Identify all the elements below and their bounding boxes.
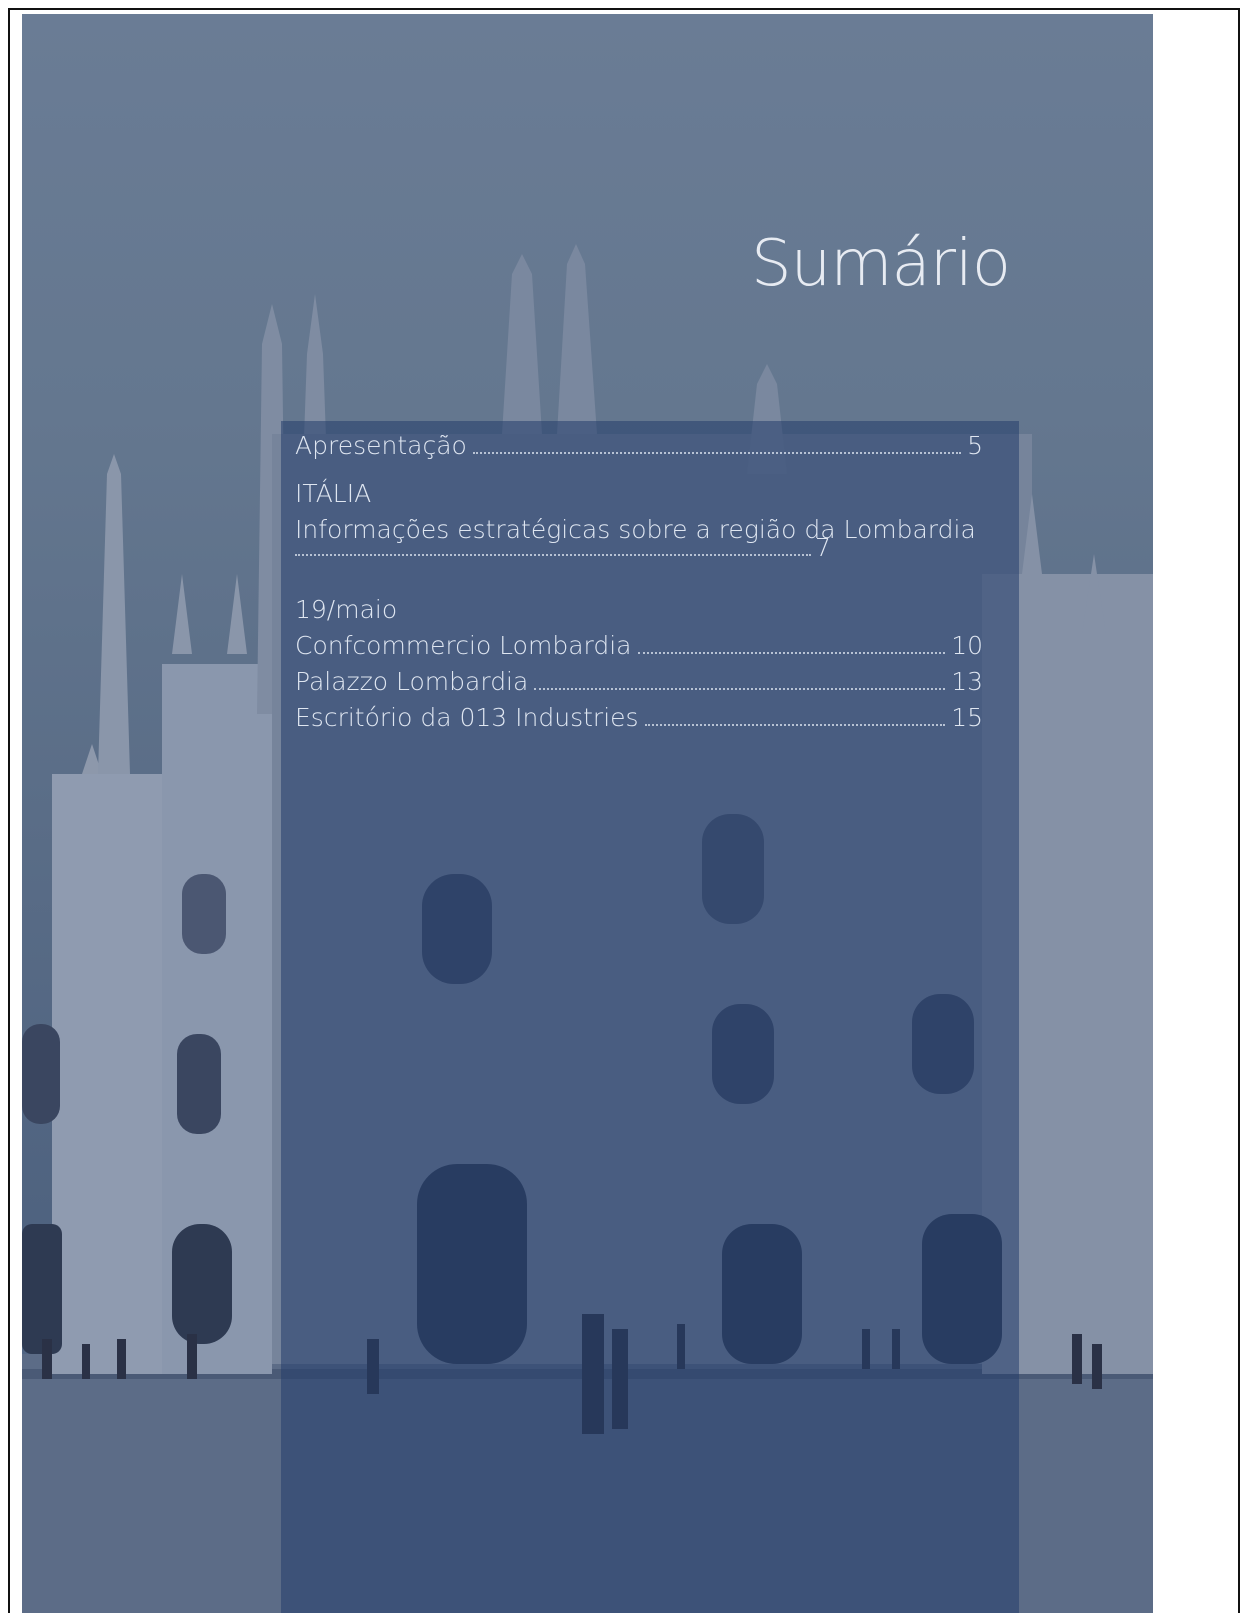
table-of-contents: Apresentação 5 ITÁLIA Informações estrat…	[295, 428, 995, 736]
toc-entry-page: 7	[815, 533, 831, 562]
toc-entry-page: 5	[967, 431, 983, 460]
toc-entry-page: 10	[951, 631, 983, 660]
toc-entry-page: 15	[951, 703, 983, 732]
toc-entry-page: 13	[951, 667, 983, 696]
toc-entry-label: Escritório da 013 Industries	[295, 703, 639, 732]
toc-section-heading: 19/maio	[295, 595, 398, 624]
toc-entry-label: Confcommercio Lombardia	[295, 631, 632, 660]
page-title: Sumário	[751, 227, 1011, 301]
toc-dot-leader	[644, 722, 946, 726]
toc-entry[interactable]: Apresentação 5	[295, 428, 995, 464]
toc-entry-label: Palazzo Lombardia	[295, 667, 529, 696]
toc-dot-leader	[637, 650, 946, 654]
toc-entry[interactable]: Escritório da 013 Industries 15	[295, 700, 995, 736]
toc-entry[interactable]: Palazzo Lombardia 13	[295, 664, 995, 700]
toc-entry-label[interactable]: Informações estratégicas sobre a região …	[295, 512, 995, 548]
toc-spacer	[295, 464, 995, 476]
toc-dot-leader	[472, 450, 962, 454]
toc-spacer	[295, 580, 995, 592]
toc-dot-leader	[534, 686, 946, 690]
toc-entry[interactable]: Confcommercio Lombardia 10	[295, 628, 995, 664]
toc-dot-leader	[295, 552, 811, 556]
toc-entry-label: Apresentação	[295, 431, 467, 460]
toc-entry-continuation: 7	[295, 533, 995, 580]
toc-section-heading: ITÁLIA	[295, 479, 372, 508]
